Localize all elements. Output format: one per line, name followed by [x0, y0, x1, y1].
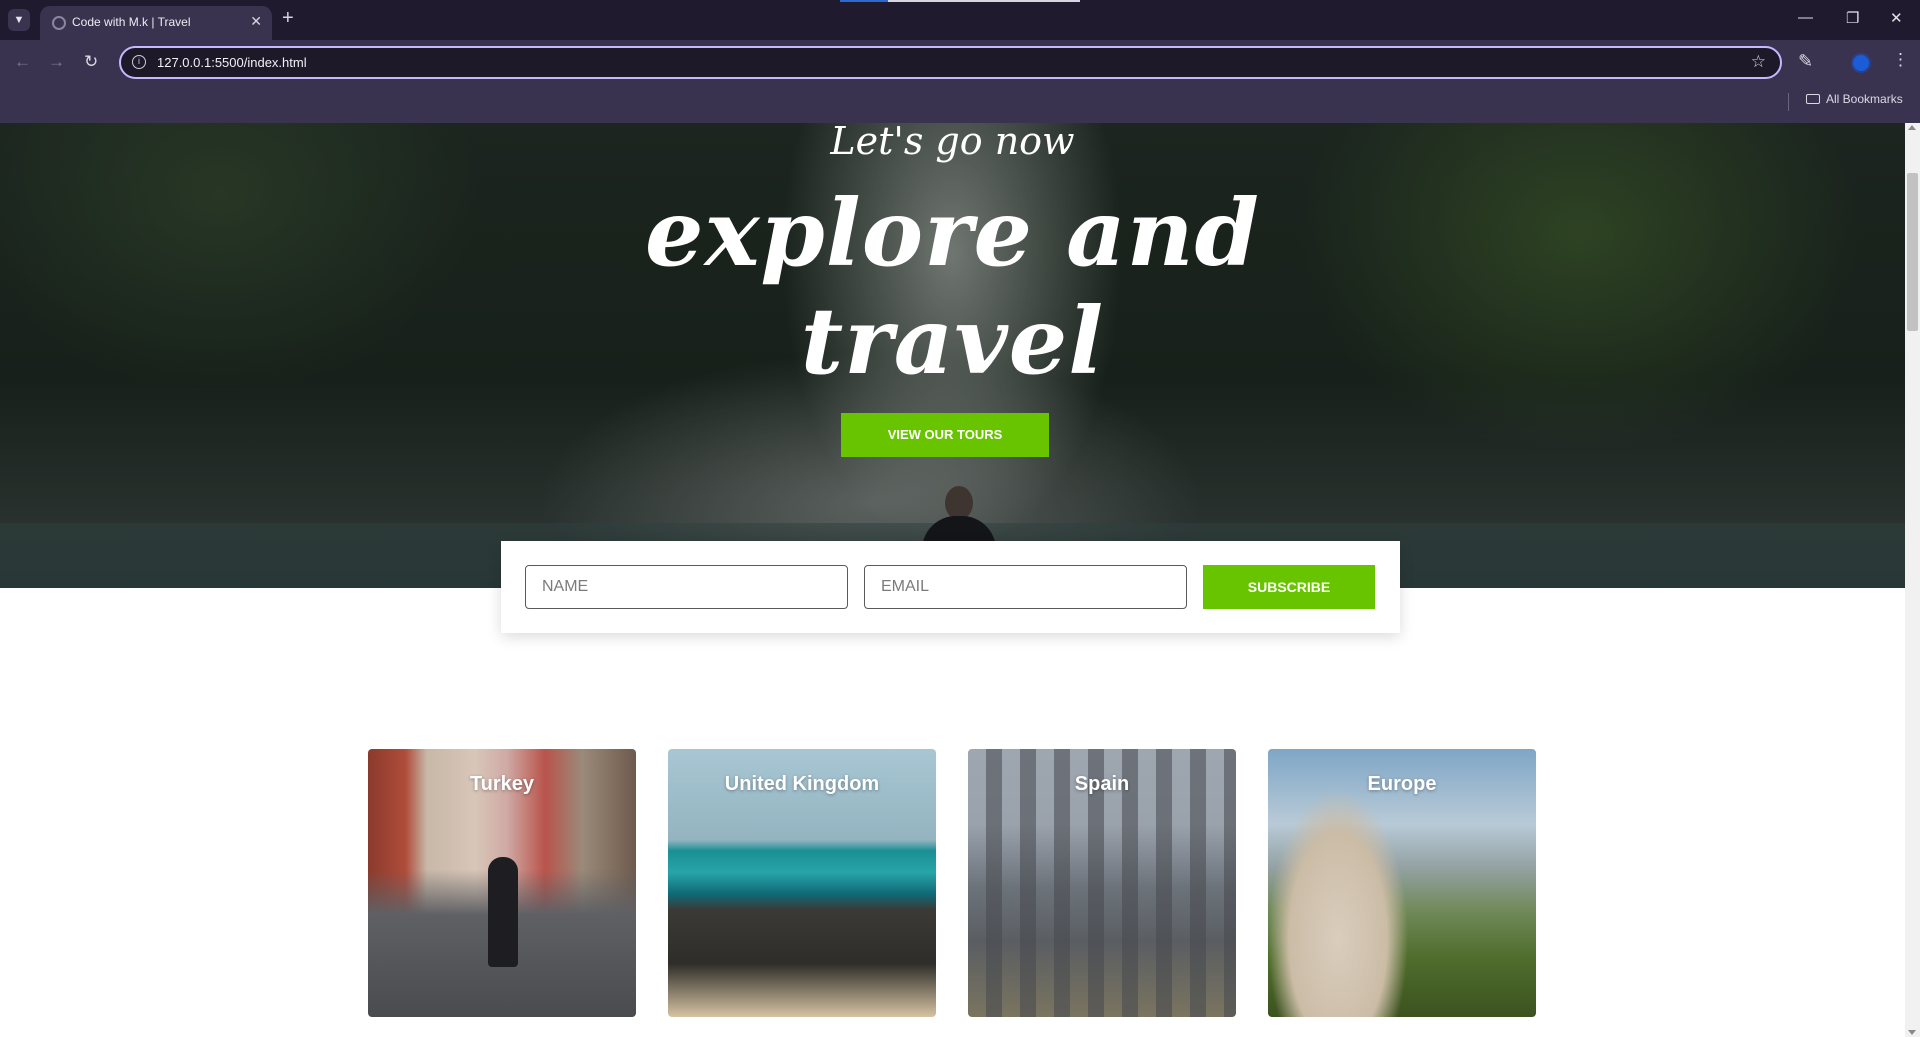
destination-label: Spain: [1074, 773, 1130, 795]
destination-label: Europe: [1367, 773, 1437, 795]
subscribe-button[interactable]: SUBSCRIBE: [1203, 565, 1375, 609]
url-text[interactable]: 127.0.0.1:5500/index.html: [157, 55, 307, 70]
scroll-up-icon[interactable]: [1908, 125, 1916, 130]
destination-card-europe[interactable]: Europe: [1268, 749, 1536, 1017]
tabstrip-highlight: [840, 0, 888, 2]
restore-icon[interactable]: ❐: [1846, 9, 1859, 27]
kebab-icon[interactable]: ⋮: [1892, 50, 1909, 70]
bookmarks-divider: [1788, 93, 1789, 111]
destination-card-united-kingdom[interactable]: United Kingdom: [668, 749, 936, 1017]
tab-list-button[interactable]: ▼: [8, 9, 30, 31]
window-close-icon[interactable]: ✕: [1890, 9, 1903, 27]
all-bookmarks-button[interactable]: All Bookmarks: [1806, 92, 1903, 106]
all-bookmarks-label: All Bookmarks: [1826, 92, 1903, 106]
scroll-down-icon[interactable]: [1908, 1030, 1916, 1035]
star-icon[interactable]: ☆: [1751, 52, 1766, 72]
tabstrip-highlight-secondary: [888, 0, 1080, 2]
destination-card-turkey[interactable]: Turkey: [368, 749, 636, 1017]
scrollbar-thumb[interactable]: [1907, 173, 1918, 331]
email-input[interactable]: EMAIL: [864, 565, 1187, 609]
globe-icon: [52, 16, 66, 30]
puzzle-icon[interactable]: ✎: [1798, 51, 1813, 72]
browser-tabstrip: ▼ Code with M.k | Travel ✕ + — ❐ ✕: [0, 0, 1920, 40]
destination-label: United Kingdom: [724, 773, 880, 795]
destination-label: Turkey: [469, 773, 535, 795]
chevron-down-icon: ▼: [13, 14, 25, 26]
page-scrollbar[interactable]: [1905, 123, 1920, 1037]
hero-title-line-2: travel: [800, 287, 1105, 395]
arrow-right-icon[interactable]: →: [48, 52, 65, 72]
minimize-icon[interactable]: —: [1798, 9, 1813, 26]
hero-subtitle: Let's go now: [830, 123, 1075, 163]
address-bar[interactable]: i 127.0.0.1:5500/index.html ☆: [119, 46, 1782, 79]
browser-tab[interactable]: Code with M.k | Travel ✕: [40, 6, 272, 40]
destination-card-spain[interactable]: Spain: [968, 749, 1236, 1017]
name-input[interactable]: NAME: [525, 565, 848, 609]
hero-section: Let's go now explore and travel VIEW OUR…: [0, 123, 1905, 588]
subscribe-form: NAME EMAIL SUBSCRIBE: [501, 541, 1400, 633]
web-page: Let's go now explore and travel VIEW OUR…: [0, 123, 1905, 1037]
view-tours-button[interactable]: VIEW OUR TOURS: [841, 413, 1049, 457]
close-icon[interactable]: ✕: [250, 13, 262, 30]
browser-toolbar: ← → ↻ i 127.0.0.1:5500/index.html ☆: [0, 40, 1920, 123]
hero-title-line-1: explore and: [645, 179, 1260, 287]
arrow-left-icon[interactable]: ←: [14, 52, 31, 72]
tab-title: Code with M.k | Travel: [72, 15, 191, 29]
plus-icon[interactable]: +: [282, 7, 294, 30]
avatar[interactable]: [1851, 53, 1871, 73]
info-icon[interactable]: i: [132, 55, 146, 69]
reload-icon[interactable]: ↻: [84, 52, 98, 72]
folder-icon: [1806, 94, 1820, 104]
